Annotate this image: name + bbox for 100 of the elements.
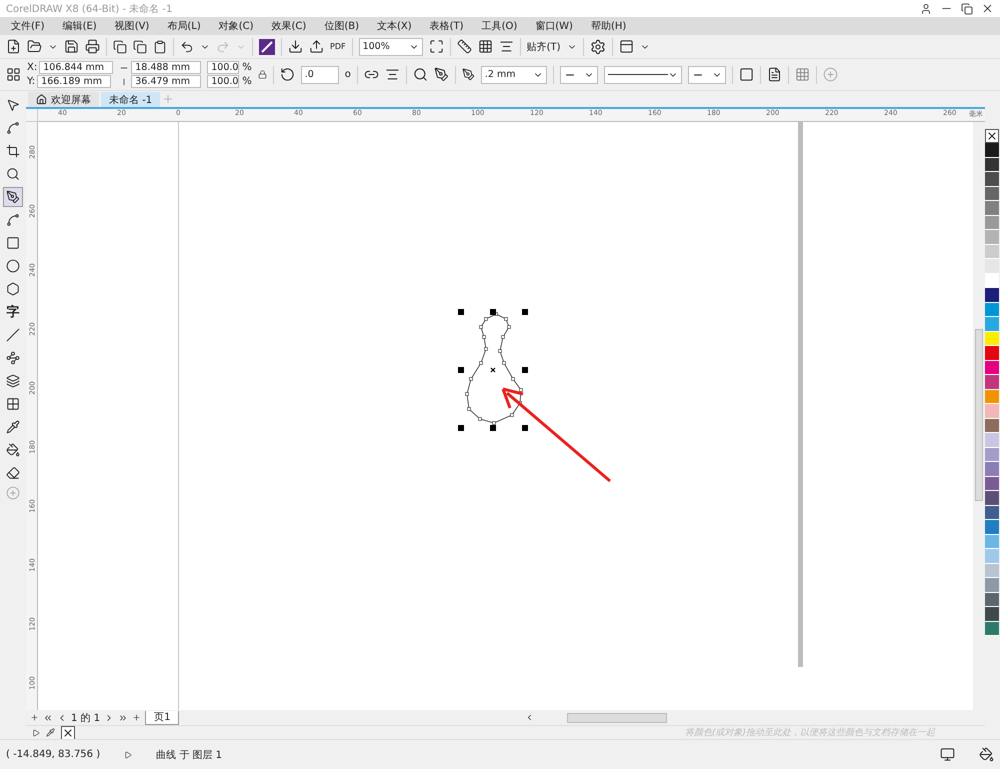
color-swatch[interactable] (985, 534, 999, 549)
menu-item[interactable]: 布局(L) (160, 19, 212, 33)
rotation-field[interactable]: .0 (300, 66, 339, 84)
color-swatch[interactable] (985, 346, 999, 360)
text-tool[interactable]: 字 (3, 302, 23, 322)
color-proof-icon[interactable] (940, 747, 955, 762)
color-swatch[interactable] (985, 592, 999, 607)
color-swatch[interactable] (985, 288, 999, 302)
lock-icon[interactable] (258, 70, 267, 79)
expand-icon[interactable] (32, 728, 40, 736)
color-swatch[interactable] (985, 520, 999, 534)
color-swatch[interactable] (985, 491, 999, 506)
menu-item[interactable]: 工具(O) (474, 19, 528, 33)
outline-width-field[interactable]: .2 mm (480, 66, 547, 84)
color-swatch[interactable] (985, 216, 999, 230)
x-field[interactable]: 106.844 mm (39, 61, 114, 74)
fill-icon[interactable] (979, 747, 994, 762)
color-swatch[interactable] (985, 302, 999, 317)
document-tab[interactable]: 欢迎屏幕 (28, 92, 99, 107)
selection-handle[interactable] (522, 309, 528, 315)
menu-item[interactable]: 文本(X) (370, 19, 423, 33)
paste-icon[interactable] (153, 40, 167, 54)
color-swatch[interactable] (985, 506, 999, 520)
color-swatch[interactable] (985, 564, 999, 578)
add-page-icon[interactable] (132, 713, 142, 722)
rulers-icon[interactable] (456, 39, 472, 54)
selection-handle[interactable] (522, 425, 528, 431)
selection-handle[interactable] (458, 309, 464, 315)
scroll-thumb[interactable] (567, 712, 667, 722)
menu-item[interactable]: 效果(C) (264, 19, 318, 33)
edit-shape-icon[interactable] (434, 67, 449, 82)
color-swatch[interactable] (985, 143, 999, 158)
copy-icon[interactable] (133, 40, 147, 54)
no-color-swatch[interactable] (985, 129, 999, 143)
launcher-icon[interactable] (259, 38, 275, 54)
curve-shape[interactable] (465, 312, 523, 425)
color-swatch[interactable] (985, 462, 999, 476)
scale-x-field[interactable]: 100.0 (207, 61, 240, 74)
color-swatch[interactable] (985, 375, 999, 390)
folder-icon[interactable] (27, 39, 42, 54)
width-field[interactable]: 18.488 mm (131, 61, 202, 74)
grid-icon[interactable] (478, 39, 493, 54)
expand-icon[interactable] (124, 750, 132, 758)
color-swatch[interactable] (985, 418, 999, 433)
restore-icon[interactable] (961, 2, 973, 14)
line-style-field[interactable] (604, 66, 682, 84)
color-swatch[interactable] (985, 622, 999, 636)
first-page-icon[interactable] (43, 712, 53, 722)
user-icon[interactable] (920, 2, 932, 14)
color-swatch[interactable] (985, 578, 999, 592)
new-document-icon[interactable] (6, 39, 21, 54)
height-field[interactable]: 36.479 mm (131, 75, 202, 88)
zoom-field[interactable]: 100% (358, 38, 423, 56)
menu-item[interactable]: 文件(F) (4, 19, 56, 33)
import-icon[interactable] (288, 39, 303, 54)
color-swatch[interactable] (985, 433, 999, 448)
color-swatch[interactable] (985, 259, 999, 274)
color-swatch[interactable] (985, 230, 999, 244)
window-layout-icon[interactable] (618, 39, 634, 54)
color-swatch[interactable] (985, 404, 999, 418)
color-swatch[interactable] (985, 172, 999, 186)
color-swatch[interactable] (985, 448, 999, 462)
last-page-icon[interactable] (118, 712, 128, 722)
color-swatch[interactable] (985, 607, 999, 622)
scroll-left-icon[interactable] (525, 713, 534, 722)
selection-handle[interactable] (458, 425, 464, 431)
curve-check-icon[interactable] (412, 67, 428, 82)
color-swatch[interactable] (985, 317, 999, 332)
selection-handle[interactable] (458, 367, 464, 373)
selection-handle[interactable] (522, 367, 528, 373)
undo-icon[interactable] (180, 40, 194, 54)
close-curve-icon[interactable] (738, 67, 754, 82)
menu-item[interactable]: 窗口(W) (528, 19, 584, 33)
menu-item[interactable]: 位图(B) (317, 19, 370, 33)
export-icon[interactable] (309, 39, 324, 54)
eyedropper-icon[interactable] (46, 728, 55, 737)
scroll-thumb[interactable] (975, 329, 983, 501)
print-icon[interactable] (85, 39, 100, 54)
close-icon[interactable] (981, 2, 994, 15)
full-screen-icon[interactable] (428, 39, 444, 54)
no-color-swatch[interactable] (61, 726, 75, 740)
selection-handle[interactable] (490, 425, 496, 431)
save-icon[interactable] (64, 39, 79, 54)
menu-item[interactable]: 表格(T) (422, 19, 475, 33)
menu-item[interactable]: 视图(V) (108, 19, 160, 33)
snap-menu[interactable]: 贴齐(T) (526, 40, 561, 54)
color-swatch[interactable] (985, 476, 999, 491)
menu-item[interactable]: 编辑(E) (56, 19, 108, 33)
add-page-icon[interactable] (30, 713, 39, 722)
color-swatch[interactable] (985, 332, 999, 346)
menu-item[interactable]: 对象(C) (212, 19, 265, 33)
object-origin-icon[interactable] (6, 67, 21, 82)
color-swatch[interactable] (985, 360, 999, 375)
rotate-icon[interactable] (280, 67, 295, 82)
color-swatch[interactable] (985, 549, 999, 564)
outline-pen-icon[interactable] (462, 68, 475, 81)
guidelines-icon[interactable] (498, 39, 514, 54)
color-swatch[interactable] (985, 201, 999, 216)
end-arrow-field[interactable] (688, 66, 726, 84)
settings-icon[interactable] (590, 38, 606, 54)
